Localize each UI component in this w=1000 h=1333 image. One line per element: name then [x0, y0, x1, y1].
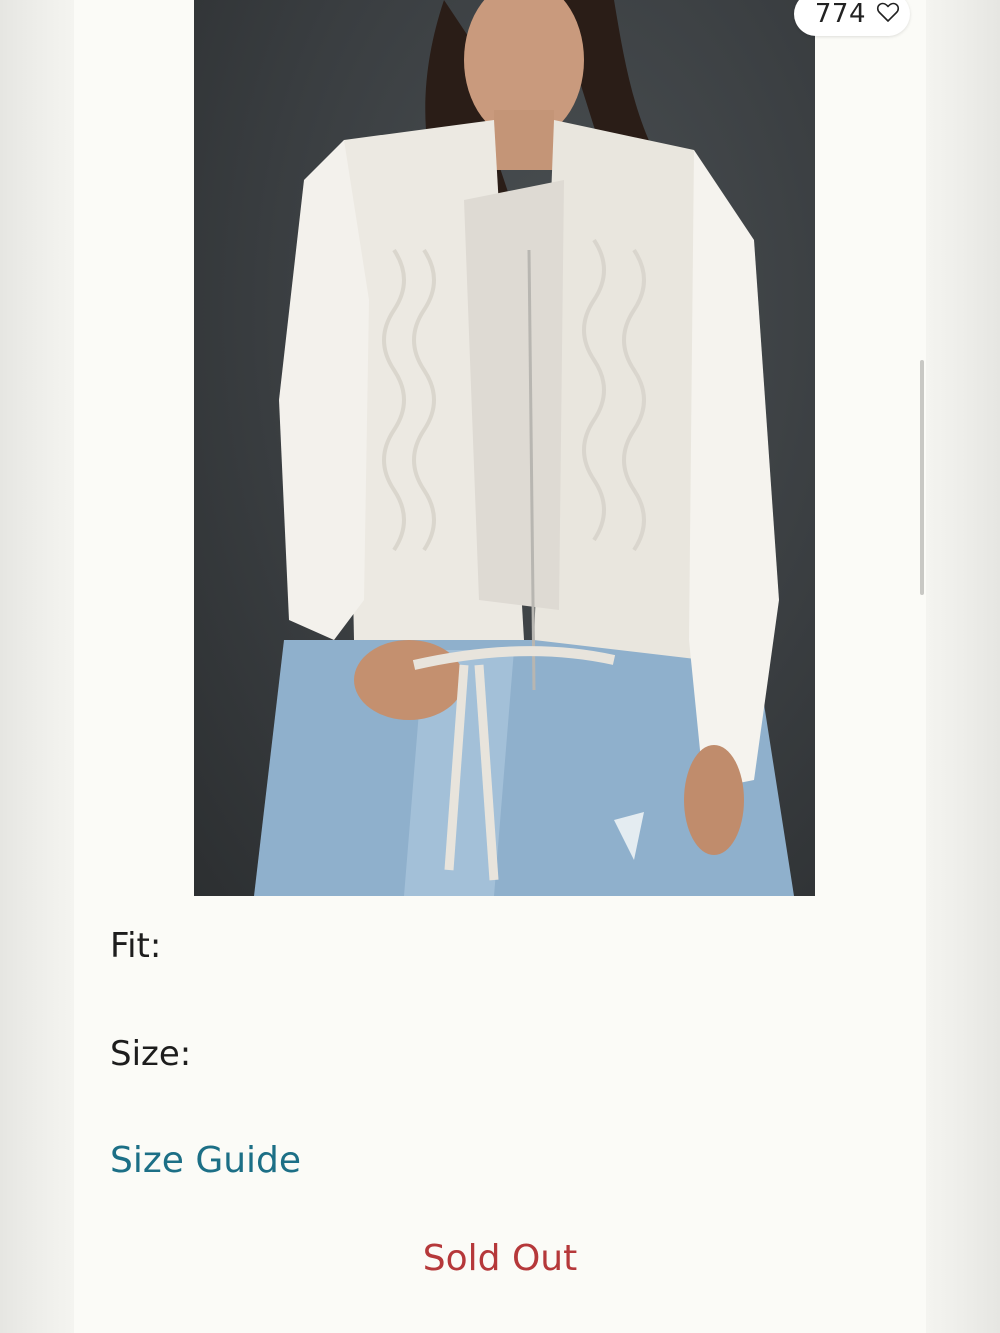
heart-outline-icon [876, 1, 900, 27]
product-image[interactable] [194, 0, 815, 896]
like-button[interactable]: 774 [794, 0, 910, 36]
size-guide-link[interactable]: Size Guide [110, 1140, 301, 1181]
sold-out-status: Sold Out [422, 1238, 578, 1279]
fit-label: Fit: [110, 926, 162, 966]
product-page: 774 Fit: Size: Size Guide Sold Out [74, 0, 926, 1333]
like-count: 774 [814, 0, 866, 29]
left-blur-margin [0, 0, 74, 1333]
right-blur-margin [926, 0, 1000, 1333]
size-label: Size: [110, 1034, 192, 1074]
scrollbar[interactable] [920, 360, 924, 595]
